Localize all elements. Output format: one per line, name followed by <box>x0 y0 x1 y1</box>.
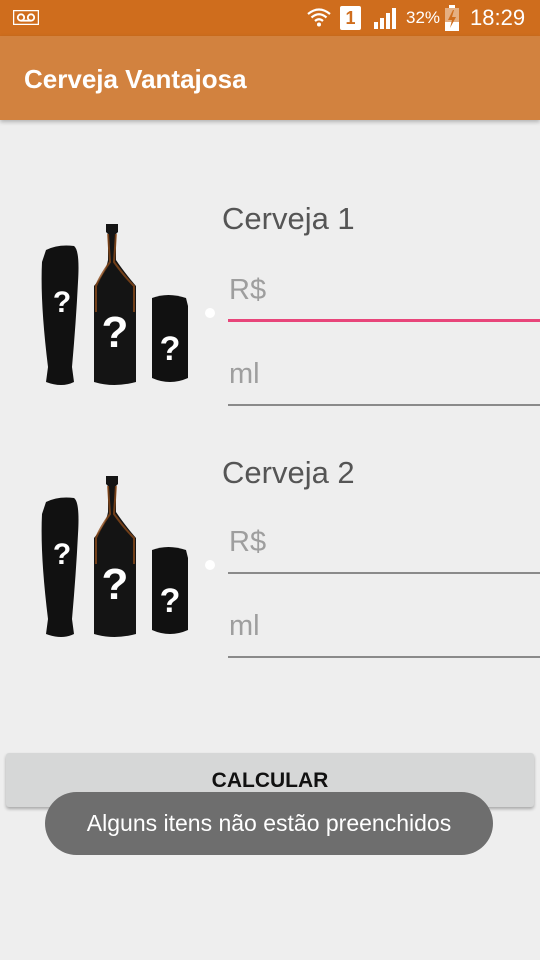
svg-text:?: ? <box>102 560 129 609</box>
battery-charging-icon <box>445 5 459 31</box>
status-bar: 1 32% 18:29 <box>0 0 540 36</box>
sim-icon: 1 <box>340 6 361 30</box>
beer-1-label: Cerveja 1 <box>222 201 355 236</box>
beer-1-volume-input[interactable]: ml <box>228 358 540 406</box>
divider-dot <box>205 560 215 570</box>
price-placeholder: R$ <box>229 526 267 558</box>
voicemail-icon <box>13 10 39 25</box>
divider-dot <box>205 308 215 318</box>
svg-text:?: ? <box>53 538 71 571</box>
beer-1-price-input[interactable]: R$ <box>228 274 540 322</box>
svg-text:?: ? <box>160 330 181 368</box>
volume-placeholder: ml <box>229 358 260 390</box>
wifi-icon <box>307 8 331 27</box>
svg-text:?: ? <box>53 286 71 319</box>
svg-text:?: ? <box>102 308 129 357</box>
app-title: Cerveja Vantajosa <box>24 64 247 94</box>
battery-percent: 32% <box>406 8 441 27</box>
beer-2-volume-input[interactable]: ml <box>228 610 540 658</box>
volume-placeholder: ml <box>229 610 260 642</box>
svg-text:?: ? <box>160 582 181 620</box>
beer-unknown-icon: ? ? ? <box>41 224 188 385</box>
app-bar: Cerveja Vantajosa <box>0 36 540 120</box>
beer-2-label: Cerveja 2 <box>222 455 355 490</box>
beer-unknown-icon: ? ? ? <box>41 476 188 637</box>
price-placeholder: R$ <box>229 274 267 306</box>
clock: 18:29 <box>470 5 526 30</box>
toast-message: Alguns itens não estão preenchidos <box>45 792 493 855</box>
signal-icon <box>374 8 396 29</box>
beer-2-price-input[interactable]: R$ <box>228 526 540 574</box>
